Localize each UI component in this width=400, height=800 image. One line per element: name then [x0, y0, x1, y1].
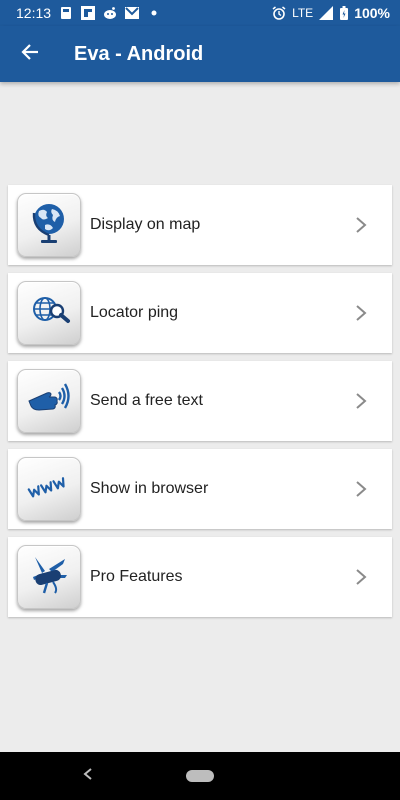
- menu-item-display-on-map[interactable]: Display on map: [8, 185, 392, 265]
- menu-item-show-in-browser[interactable]: Show in browser: [8, 449, 392, 529]
- globe-search-icon: [25, 287, 73, 340]
- tile: [17, 457, 81, 521]
- nav-back-icon: [83, 767, 93, 786]
- dot-icon: [147, 6, 161, 20]
- reddit-icon: [103, 6, 117, 20]
- status-time: 12:13: [16, 5, 52, 21]
- status-left: 12:13: [16, 5, 272, 21]
- tile: [17, 281, 81, 345]
- menu-item-locator-ping[interactable]: Locator ping: [8, 273, 392, 353]
- tile: [17, 193, 81, 257]
- globe-icon: [25, 199, 73, 252]
- app-bar: Eva - Android: [0, 26, 400, 82]
- tile: [17, 545, 81, 609]
- system-nav-bar: [0, 752, 400, 800]
- notification-icon: [59, 6, 73, 20]
- chevron-right-icon: [346, 386, 376, 416]
- chevron-right-icon: [346, 298, 376, 328]
- page-title: Eva - Android: [74, 42, 204, 65]
- nav-back-button[interactable]: [80, 766, 96, 786]
- status-right: LTE 100%: [272, 5, 390, 21]
- pointing-hand-icon: [25, 375, 73, 428]
- swiss-knife-icon: [25, 551, 73, 604]
- tile: [17, 369, 81, 433]
- menu-item-label: Show in browser: [90, 480, 209, 497]
- menu-item-send-free-text[interactable]: Send a free text: [8, 361, 392, 441]
- gmail-icon: [125, 6, 140, 20]
- nav-home-button[interactable]: [186, 770, 214, 782]
- network-type: LTE: [292, 6, 314, 20]
- chevron-right-icon: [346, 210, 376, 240]
- menu-item-pro-features[interactable]: Pro Features: [8, 537, 392, 617]
- menu-item-label: Locator ping: [90, 304, 179, 321]
- feature-menu: Display on map Locator ping Send a free …: [8, 185, 392, 625]
- back-button[interactable]: [16, 40, 44, 68]
- battery-level: 100%: [354, 5, 390, 21]
- status-bar: 12:13 LTE 100%: [0, 0, 400, 26]
- chevron-right-icon: [346, 562, 376, 592]
- alarm-icon: [272, 6, 286, 20]
- chevron-right-icon: [346, 474, 376, 504]
- signal-icon: [319, 6, 334, 20]
- flipboard-icon: [81, 6, 96, 20]
- menu-item-label: Send a free text: [90, 392, 203, 409]
- arrow-back-icon: [20, 42, 40, 67]
- menu-item-label: Pro Features: [90, 568, 183, 585]
- www-icon: [25, 463, 73, 516]
- menu-item-label: Display on map: [90, 216, 201, 233]
- battery-icon: [339, 6, 348, 20]
